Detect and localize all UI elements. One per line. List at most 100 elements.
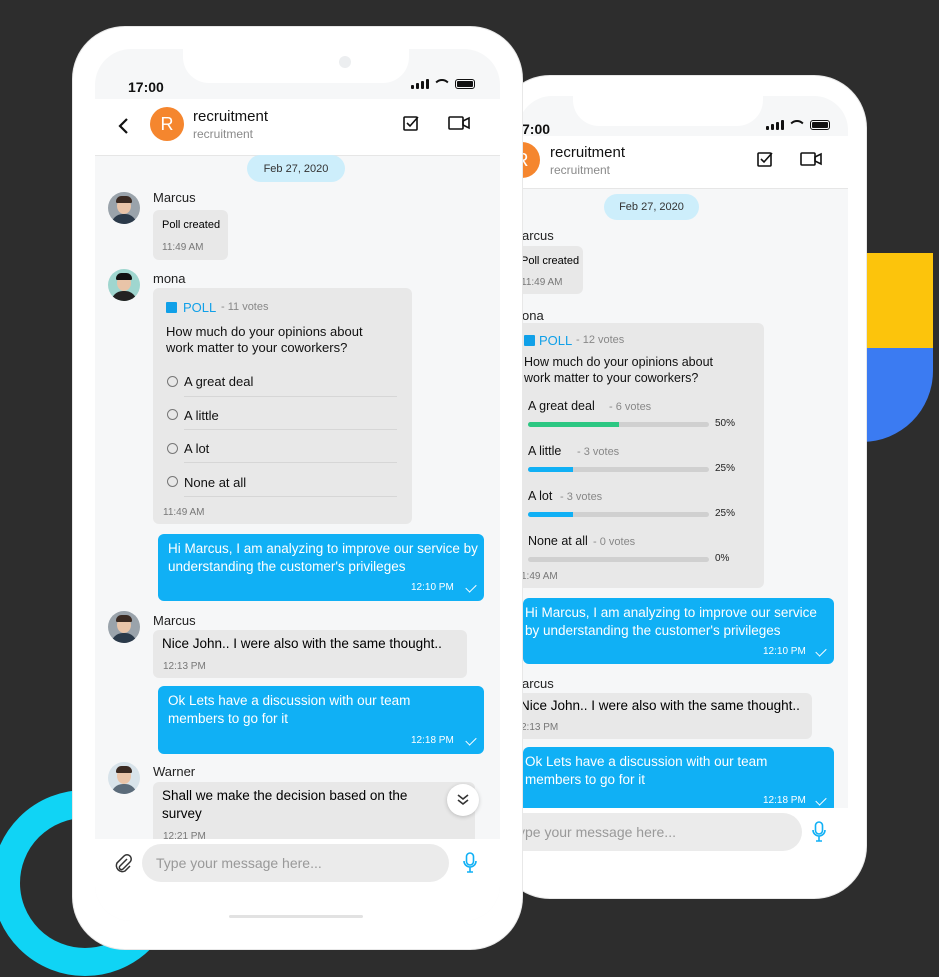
poll-option-label[interactable]: A great deal <box>184 374 253 389</box>
message-input[interactable]: ype your message here... <box>518 813 802 851</box>
avatar[interactable] <box>108 269 140 301</box>
wifi-icon <box>790 120 804 130</box>
message-bubble: Nice John.. I were also with the same th… <box>518 693 812 739</box>
poll-chart-icon <box>166 302 177 313</box>
back-phone-screen: 7:00 R recruitment recruitment Feb 27, 2… <box>518 96 848 866</box>
poll-option-percent: 25% <box>715 463 736 474</box>
message-time: 12:18 PM <box>411 735 454 746</box>
poll-bar-fill <box>528 422 619 427</box>
poll-option-label: A little <box>528 444 562 458</box>
status-icons <box>411 79 475 89</box>
outgoing-message-bubble: Ok Lets have a discussion with our team … <box>523 747 834 813</box>
video-call-icon[interactable] <box>448 115 470 136</box>
message-bubble: Poll created 11:49 AM <box>153 210 228 260</box>
poll-bubble: POLL - 12 votes How much do your opinion… <box>518 323 764 588</box>
back-arrow-icon[interactable] <box>117 117 129 140</box>
sender-name: Marcus <box>153 190 196 205</box>
poll-label: POLL <box>539 333 573 348</box>
poll-option-percent: 0% <box>715 553 730 564</box>
divider <box>184 496 397 497</box>
task-check-icon[interactable] <box>756 150 774 173</box>
sender-name: arcus <box>522 676 554 691</box>
date-pill: Feb 27, 2020 <box>247 155 345 182</box>
poll-question: How much do your opinions about work mat… <box>166 324 363 355</box>
home-indicator <box>229 915 363 918</box>
message-time: 11:49 AM <box>521 277 563 288</box>
notch <box>573 96 763 126</box>
chat-subtitle: recruitment <box>550 163 611 177</box>
video-call-icon[interactable] <box>800 151 822 172</box>
sender-name: ona <box>522 308 544 323</box>
read-check-icon <box>815 794 827 806</box>
poll-bubble: POLL - 11 votes How much do your opinion… <box>153 288 412 524</box>
avatar[interactable] <box>108 611 140 643</box>
divider <box>184 462 397 463</box>
attachment-icon[interactable] <box>113 853 133 878</box>
poll-option-votes: - 6 votes <box>609 401 652 413</box>
poll-option-label: A great deal <box>528 399 595 413</box>
message-bubble: Poll created 11:49 AM <box>518 246 583 294</box>
message-input[interactable]: Type your message here... <box>142 844 449 882</box>
outgoing-message-bubble: Hi Marcus, I am analyzing to improve our… <box>523 598 834 664</box>
message-time: 11:49 AM <box>163 507 205 518</box>
chat-header: R recruitment recruitment <box>95 99 500 156</box>
date-pill: Feb 27, 2020 <box>604 194 699 220</box>
poll-votes: - 11 votes <box>221 301 269 313</box>
poll-option-label: None at all <box>528 534 588 548</box>
chat-subtitle: recruitment <box>193 127 254 141</box>
decorative-yellow-block <box>862 253 933 348</box>
poll-chart-icon <box>524 335 535 346</box>
chat-avatar[interactable]: R <box>150 107 184 141</box>
poll-option-votes: - 3 votes <box>577 446 620 458</box>
status-time: 7:00 <box>522 121 551 137</box>
poll-option-label[interactable]: A lot <box>184 441 209 456</box>
sender-name: arcus <box>522 228 554 243</box>
chat-header: R recruitment recruitment <box>518 136 848 189</box>
poll-option-label[interactable]: A little <box>184 408 219 423</box>
wifi-icon <box>435 79 449 89</box>
message-text: Ok Lets have a discussion with our team … <box>525 754 768 787</box>
outgoing-message-bubble: Hi Marcus, I am analyzing to improve our… <box>158 534 484 601</box>
avatar[interactable] <box>108 762 140 794</box>
poll-option-radio[interactable] <box>167 409 178 420</box>
composer-bar: Type your message here... <box>95 839 500 921</box>
message-time: 11:49 AM <box>162 242 204 253</box>
composer-bar: ype your message here... <box>518 808 848 866</box>
poll-option-radio[interactable] <box>167 376 178 387</box>
microphone-icon[interactable] <box>463 852 477 879</box>
avatar[interactable] <box>108 192 140 224</box>
message-time: 12:18 PM <box>763 795 806 806</box>
sender-name: Warner <box>153 764 196 779</box>
message-time: 12:10 PM <box>411 582 454 593</box>
status-time: 17:00 <box>128 79 164 95</box>
poll-label: POLL <box>183 300 217 315</box>
poll-option-votes: - 3 votes <box>560 491 603 503</box>
message-time: 12:13 PM <box>163 661 206 672</box>
read-check-icon <box>465 581 477 593</box>
scroll-to-bottom-button[interactable] <box>447 784 479 816</box>
poll-option-label[interactable]: None at all <box>184 475 246 490</box>
message-text: Hi Marcus, I am analyzing to improve our… <box>525 605 817 638</box>
status-icons <box>766 120 830 130</box>
poll-option-bar <box>528 512 709 517</box>
battery-icon <box>455 79 475 89</box>
outgoing-message-bubble: Ok Lets have a discussion with our team … <box>158 686 484 754</box>
message-text: Nice John.. I were also with the same th… <box>520 698 800 713</box>
signal-icon <box>766 120 784 130</box>
battery-icon <box>810 120 830 130</box>
poll-option-radio[interactable] <box>167 476 178 487</box>
message-bubble: Nice John.. I were also with the same th… <box>153 630 467 678</box>
microphone-icon[interactable] <box>812 821 826 848</box>
front-phone-screen: 17:00 R recruitment recruitment Feb 27, … <box>95 49 500 921</box>
poll-option-bar <box>528 467 709 472</box>
message-time: 2:13 PM <box>521 722 559 733</box>
message-text: Hi Marcus, I am analyzing to improve our… <box>168 541 478 574</box>
back-phone: 7:00 R recruitment recruitment Feb 27, 2… <box>498 76 866 898</box>
read-check-icon <box>815 645 827 657</box>
task-check-icon[interactable] <box>402 114 420 137</box>
poll-option-radio[interactable] <box>167 443 178 454</box>
message-text: Ok Lets have a discussion with our team … <box>168 693 411 726</box>
chat-title: recruitment <box>193 108 269 125</box>
poll-option-percent: 50% <box>715 418 736 429</box>
decorative-blue-shape <box>862 348 933 442</box>
